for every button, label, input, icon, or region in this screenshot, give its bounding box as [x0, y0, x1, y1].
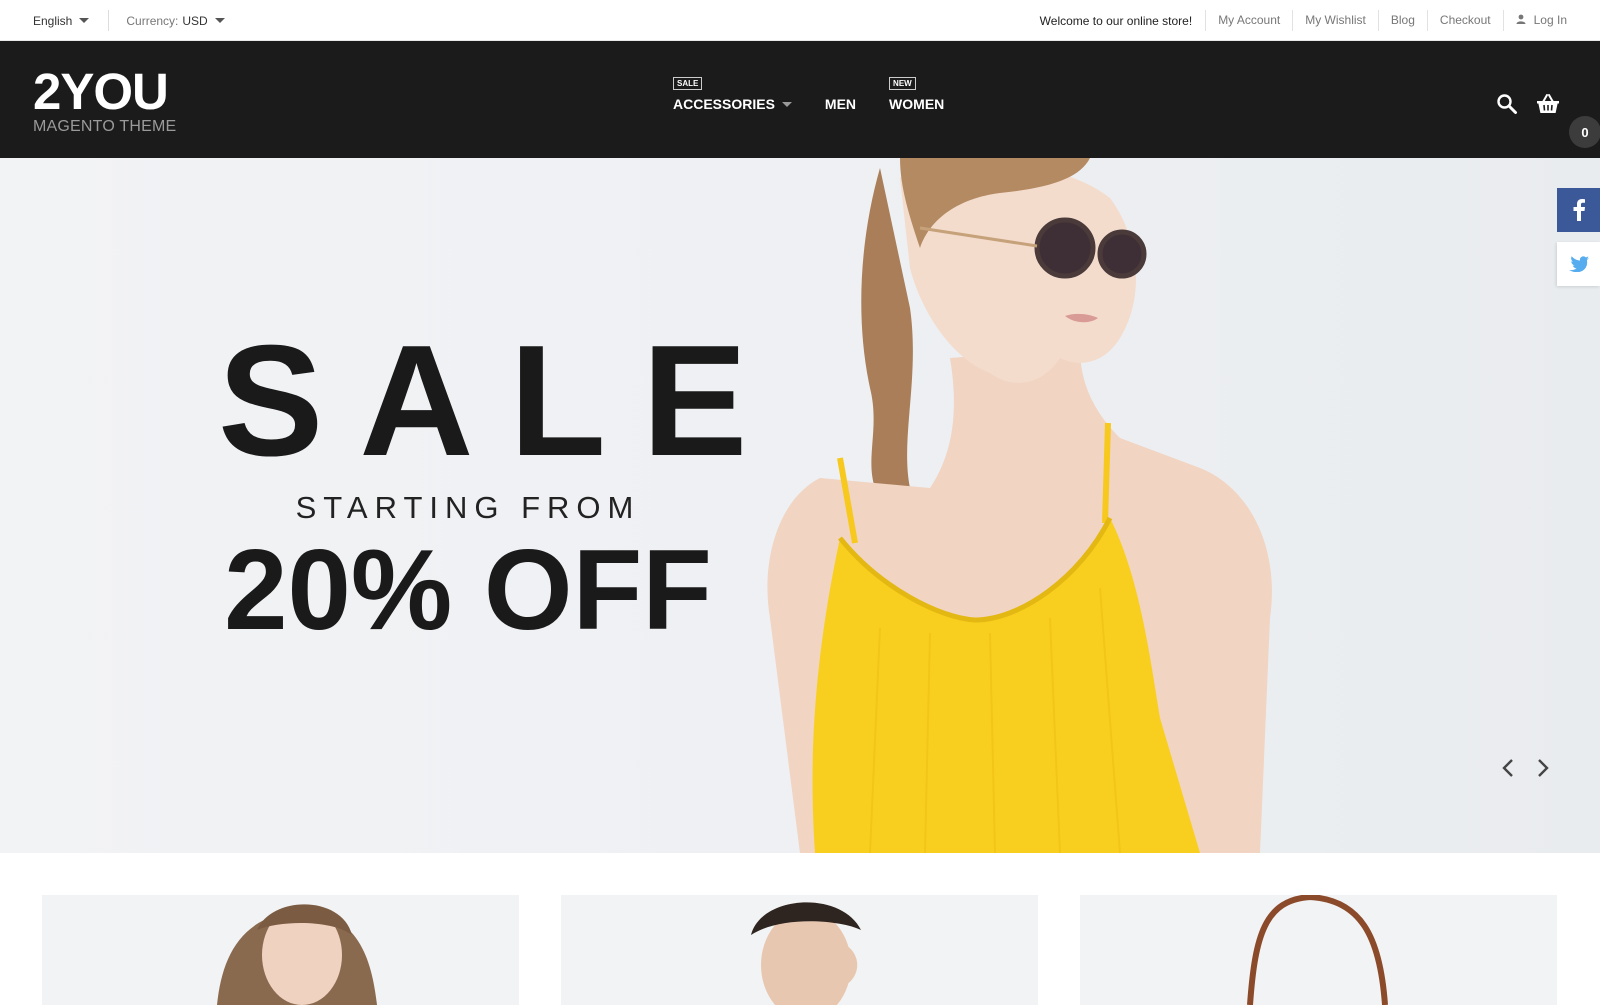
cart-icon[interactable]	[1536, 92, 1560, 116]
my-wishlist-link[interactable]: My Wishlist	[1292, 10, 1378, 31]
category-image	[751, 902, 861, 1005]
chevron-right-icon[interactable]	[1530, 756, 1554, 780]
divider	[108, 10, 110, 31]
hero-headline: SALE	[218, 313, 784, 489]
header-actions	[1496, 41, 1560, 158]
logo-title: 2YOU	[33, 63, 169, 120]
hero-model-image	[767, 158, 1272, 853]
sale-badge: SALE	[673, 77, 703, 90]
category-tile-men[interactable]	[561, 895, 1038, 1005]
store-logo[interactable]: 2YOU MAGENTO THEME	[33, 63, 177, 136]
currency-value: USD	[182, 13, 208, 28]
nav-label: MEN	[824, 96, 857, 112]
checkout-link[interactable]: Checkout	[1426, 10, 1503, 31]
nav-item-women[interactable]: NEW WOMEN	[889, 41, 944, 112]
my-account-link[interactable]: My Account	[1205, 10, 1292, 31]
login-link[interactable]: Log In	[1502, 10, 1567, 31]
category-tile-women[interactable]	[42, 895, 519, 1005]
chevron-left-icon[interactable]	[1497, 756, 1521, 780]
nav-item-men[interactable]: MEN	[825, 41, 856, 112]
nav-label-wrap: ACCESSORIES	[673, 96, 792, 112]
language-switcher[interactable]: English	[33, 13, 90, 28]
welcome-message: Welcome to our online store!	[1039, 13, 1193, 28]
facebook-icon	[1573, 199, 1585, 221]
category-image	[1247, 895, 1388, 1005]
chevron-down-icon	[781, 101, 792, 107]
nav-item-accessories[interactable]: SALE ACCESSORIES	[673, 41, 792, 112]
category-image	[217, 904, 377, 1005]
main-header: 2YOU MAGENTO THEME SALE ACCESSORIES MEN …	[0, 41, 1600, 158]
blog-link[interactable]: Blog	[1377, 10, 1427, 31]
hero-copy: SALE STARTING FROM 20% OFF	[218, 322, 747, 654]
user-icon	[1516, 14, 1526, 24]
twitter-share-button[interactable]	[1557, 242, 1600, 286]
chevron-down-icon	[214, 18, 225, 23]
currency-label: Currency:	[126, 13, 179, 28]
main-navigation: SALE ACCESSORIES MEN NEW WOMEN	[673, 41, 977, 158]
category-tiles	[0, 853, 1600, 1005]
top-utility-bar: English Currency: USD Welcome to our onl…	[0, 0, 1600, 41]
category-tile-accessories[interactable]	[1080, 895, 1557, 1005]
hero-slider: SALE STARTING FROM 20% OFF	[0, 158, 1600, 853]
facebook-share-button[interactable]	[1557, 188, 1600, 232]
nav-label: ACCESSORIES	[673, 96, 775, 112]
currency-switcher[interactable]: Currency: USD	[126, 13, 225, 28]
hero-subline: STARTING FROM	[295, 490, 641, 525]
twitter-icon	[1568, 256, 1589, 272]
nav-label: WOMEN	[889, 96, 945, 112]
language-value: English	[33, 13, 73, 28]
logo-subtitle: MAGENTO THEME	[33, 118, 177, 135]
store-switchers: English Currency: USD	[33, 0, 225, 41]
chevron-down-icon	[79, 18, 90, 23]
new-badge: NEW	[889, 77, 916, 90]
search-icon[interactable]	[1496, 93, 1518, 115]
account-links: Welcome to our online store! My Account …	[1040, 0, 1567, 41]
cart-count-badge[interactable]: 0	[1569, 116, 1600, 148]
hero-offer: 20% OFF	[224, 527, 712, 654]
login-label: Log In	[1533, 13, 1567, 27]
